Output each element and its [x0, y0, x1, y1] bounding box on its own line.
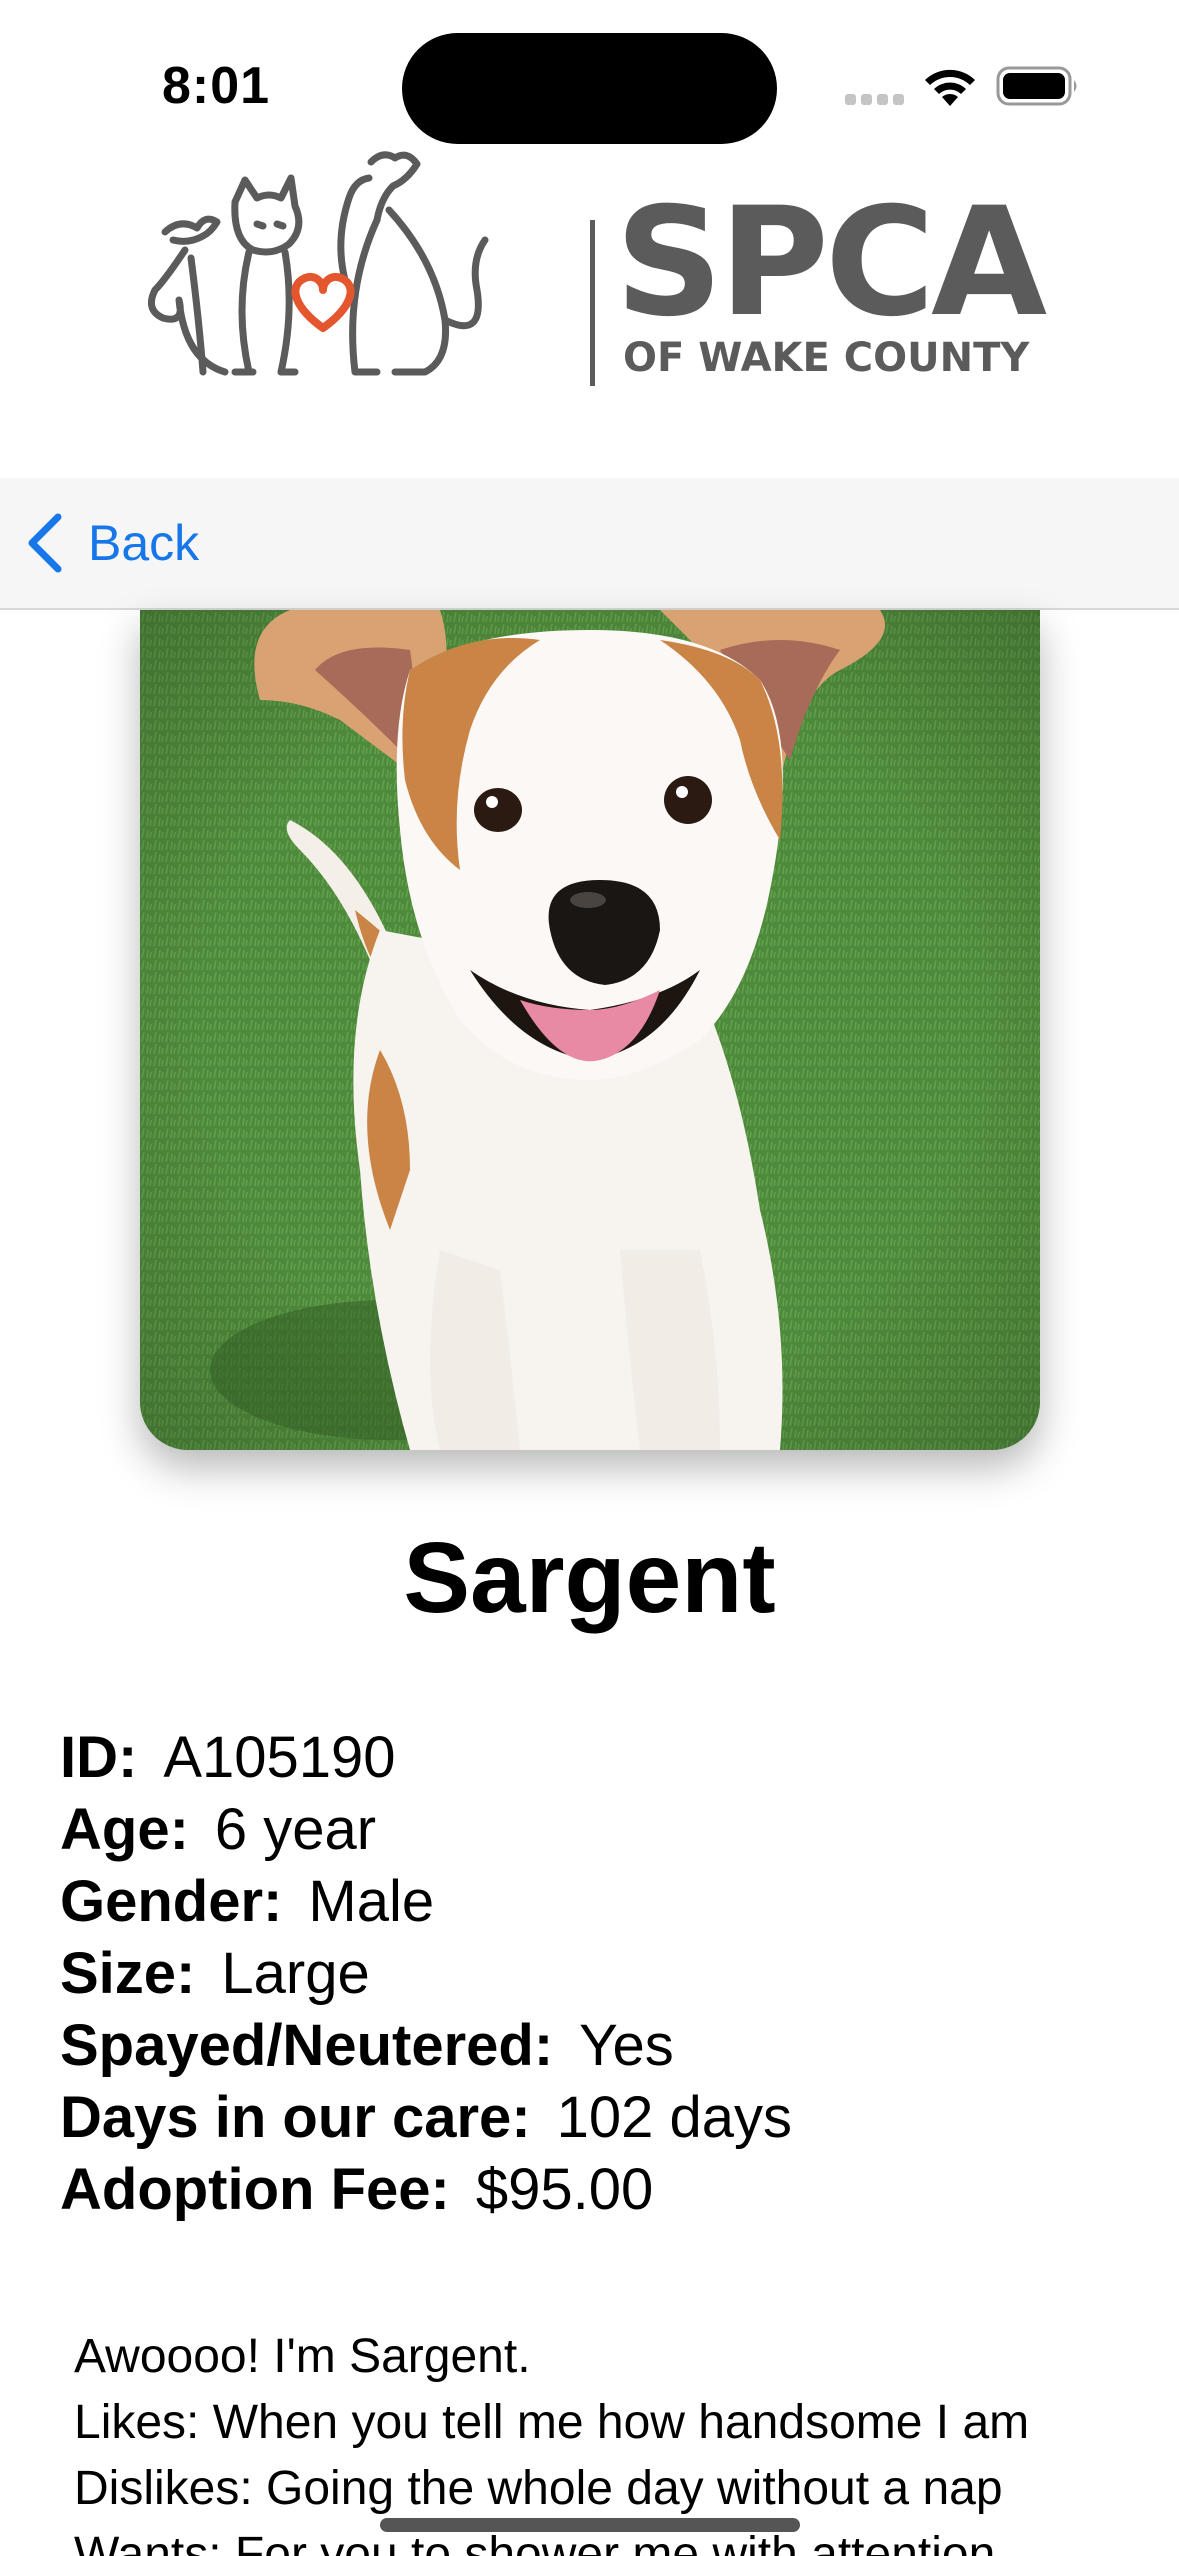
cellular-signal-icon	[845, 94, 905, 106]
detail-label: Size:	[60, 1941, 196, 2006]
pet-name: Sargent	[403, 1522, 776, 1634]
home-indicator[interactable]	[380, 2518, 800, 2532]
detail-value: 6 year	[214, 1797, 377, 1862]
detail-row-days-in-care: Days in our care: 102 days	[60, 2082, 1140, 2154]
description-line: Dislikes: Going the whole day without a …	[74, 2462, 1003, 2515]
detail-row-id: ID: A105190	[60, 1722, 1140, 1794]
detail-label: ID:	[60, 1725, 138, 1790]
logo-subtitle: OF WAKE COUNTY	[623, 335, 1030, 381]
pet-details: ID: A105190 Age: 6 year Gender: Male Size: L…	[60, 1722, 1140, 2226]
detail-value: Large	[221, 1941, 370, 2006]
dynamic-island	[402, 33, 777, 144]
battery-icon	[996, 66, 1077, 106]
detail-label: Adoption Fee:	[60, 2157, 450, 2222]
detail-value: Yes	[579, 2013, 674, 2078]
detail-row-spayed-neutered: Spayed/Neutered: Yes	[60, 2010, 1140, 2082]
detail-value: Male	[308, 1869, 435, 1934]
description-line: Likes: When you tell me how handsome I a…	[74, 2396, 1030, 2449]
detail-label: Age:	[60, 1797, 189, 1862]
back-button[interactable]: Back	[24, 508, 199, 578]
detail-row-size: Size: Large	[60, 1938, 1140, 2010]
detail-value: $95.00	[475, 2157, 654, 2222]
detail-row-gender: Gender: Male	[60, 1866, 1140, 1938]
back-label: Back	[88, 515, 200, 571]
detail-value: 102 days	[556, 2085, 793, 2150]
navigation-bar: Back	[0, 478, 1179, 610]
logo-divider	[590, 220, 595, 386]
detail-label: Gender:	[60, 1869, 283, 1934]
dog-photo-image	[140, 610, 1040, 1450]
detail-value: A105190	[163, 1725, 396, 1790]
detail-row-adoption-fee: Adoption Fee: $95.00	[60, 2154, 1140, 2226]
spca-logo: SPCA OF WAKE COUNTY	[145, 140, 1055, 400]
heart-icon	[291, 273, 355, 332]
pet-photo	[140, 610, 1040, 1450]
spca-animals-logo-icon	[147, 151, 489, 376]
description-line: Awoooo! I'm Sargent.	[74, 2330, 531, 2383]
chevron-left-icon	[28, 513, 62, 573]
wifi-icon	[925, 69, 975, 106]
detail-label: Spayed/Neutered:	[60, 2013, 554, 2078]
detail-label: Days in our care:	[60, 2085, 531, 2150]
status-bar: 8:01	[0, 0, 1179, 150]
status-time: 8:01	[162, 57, 271, 115]
detail-row-age: Age: 6 year	[60, 1794, 1140, 1866]
logo-title: SPCA	[615, 176, 1047, 350]
